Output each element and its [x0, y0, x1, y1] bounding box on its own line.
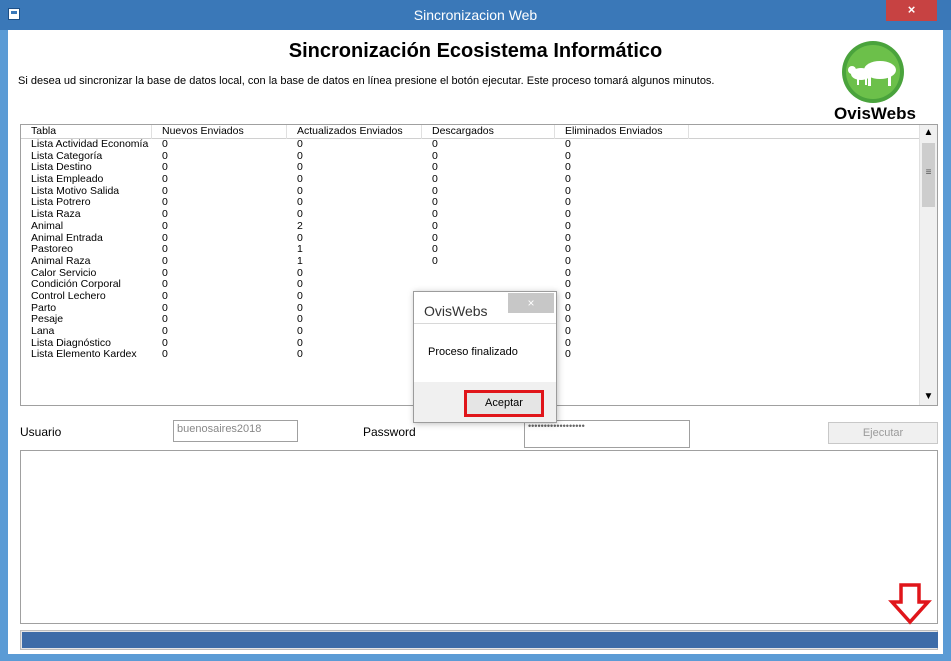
progress-fill — [22, 632, 938, 648]
table-cell: Lista Empleado — [31, 173, 104, 186]
table-cell: Animal Raza — [31, 254, 91, 267]
table-row[interactable]: Lista Actividad Economía 0 0 0 0 — [21, 138, 919, 151]
table-cell: 1 — [297, 254, 303, 267]
scroll-thumb[interactable]: ≡ — [922, 143, 935, 207]
table-header: Tabla Nuevos Enviados Actualizados Envia… — [21, 125, 919, 139]
client-area: Sincronización Ecosistema Informático Si… — [8, 30, 943, 654]
title-bar[interactable]: Sincronizacion Web × — [0, 0, 951, 30]
scroll-down-icon[interactable]: ▼ — [920, 389, 937, 405]
table-cell: 0 — [297, 348, 303, 361]
table-cell: 0 — [432, 219, 438, 232]
table-cell: 0 — [162, 138, 168, 150]
table-row[interactable]: Condición Corporal 0 0 0 — [21, 279, 919, 291]
table-cell: 0 — [432, 138, 438, 150]
highlight-box — [464, 390, 544, 417]
vertical-scrollbar[interactable]: ▲ ≡ ▼ — [919, 125, 937, 405]
log-area[interactable] — [20, 450, 938, 624]
column-header-actualizados[interactable]: Actualizados Enviados — [287, 125, 422, 139]
window-close-button[interactable]: × — [886, 0, 937, 21]
dialog-divider — [414, 323, 556, 324]
table-cell: 0 — [162, 289, 168, 302]
table-cell: 0 — [162, 173, 168, 186]
table-cell: Lista Elemento Kardex — [31, 348, 137, 361]
sheep-logo-icon — [842, 41, 904, 103]
password-label: Password — [363, 425, 416, 439]
sync-window: Sincronizacion Web × Sincronización Ecos… — [0, 0, 951, 661]
table-row[interactable]: Animal Raza 0 1 0 0 — [21, 254, 919, 268]
table-cell: 0 — [162, 219, 168, 232]
usuario-label: Usuario — [20, 425, 62, 439]
table-cell: 0 — [565, 219, 571, 232]
table-cell: 0 — [162, 325, 168, 337]
table-cell: 0 — [565, 254, 571, 267]
table-cell: 0 — [297, 289, 303, 302]
column-header-eliminados[interactable]: Eliminados Enviados — [555, 125, 689, 139]
column-header-tabla[interactable]: Tabla — [21, 125, 152, 139]
down-arrow-annotation-icon — [888, 583, 932, 625]
dialog-title: OvisWebs — [424, 303, 488, 319]
table-row[interactable]: Lista Raza 0 0 0 0 — [21, 208, 919, 221]
table-row[interactable]: Animal Entrada 0 0 0 0 — [21, 232, 919, 245]
table-cell: 0 — [565, 348, 571, 361]
table-row[interactable]: Pastoreo 0 1 0 0 — [21, 243, 919, 256]
column-header-nuevos[interactable]: Nuevos Enviados — [152, 125, 287, 139]
table-row[interactable]: Calor Servicio 0 0 0 — [21, 267, 919, 280]
table-cell: 0 — [162, 254, 168, 267]
page-subtitle: Si desea ud sincronizar la base de datos… — [18, 75, 715, 87]
scroll-grip-icon: ≡ — [925, 167, 932, 178]
table-cell: 0 — [297, 173, 303, 186]
scroll-up-icon[interactable]: ▲ — [920, 125, 937, 141]
table-row[interactable]: Lista Categoría 0 0 0 0 — [21, 150, 919, 163]
table-cell: Animal — [31, 219, 64, 232]
oviswebs-logo: OvisWebs — [820, 36, 930, 126]
table-row[interactable]: Lista Motivo Salida 0 0 0 0 — [21, 185, 919, 198]
table-row[interactable]: Lista Destino 0 0 0 0 — [21, 162, 919, 174]
table-cell: 0 — [297, 138, 303, 150]
table-row[interactable]: Animal 0 2 0 0 — [21, 219, 919, 233]
usuario-input[interactable]: buenosaires2018 — [173, 420, 298, 442]
table-cell: 0 — [297, 325, 303, 337]
table-cell: 0 — [565, 138, 571, 150]
page-heading: Sincronización Ecosistema Informático — [288, 40, 663, 62]
progress-bar — [20, 630, 938, 650]
table-cell: 0 — [432, 254, 438, 267]
dialog-close-button[interactable]: × — [508, 293, 554, 313]
table-cell: 0 — [565, 173, 571, 186]
table-cell: 0 — [565, 325, 571, 337]
table-cell: Lista Actividad Economía — [31, 138, 149, 150]
table-row[interactable]: Lista Potrero 0 0 0 0 — [21, 197, 919, 209]
table-cell: Control Lechero — [31, 289, 106, 302]
logo-text: OvisWebs — [834, 104, 916, 123]
dialog-message: Proceso finalizado — [428, 346, 518, 358]
table-cell: 0 — [565, 289, 571, 302]
column-header-descargados[interactable]: Descargados — [422, 125, 555, 139]
ejecutar-button[interactable]: Ejecutar — [828, 422, 938, 444]
dialog-footer: Aceptar — [414, 382, 556, 422]
table-cell: 0 — [162, 348, 168, 361]
table-row[interactable]: Lista Empleado 0 0 0 0 — [21, 173, 919, 186]
table-cell: 0 — [432, 173, 438, 186]
window-title: Sincronizacion Web — [413, 7, 538, 23]
password-input[interactable]: •••••••••••••••••• — [524, 420, 690, 448]
table-cell: Lana — [31, 325, 55, 337]
table-cell: 2 — [297, 219, 303, 232]
message-dialog: OvisWebs × Proceso finalizado Aceptar — [413, 291, 557, 423]
